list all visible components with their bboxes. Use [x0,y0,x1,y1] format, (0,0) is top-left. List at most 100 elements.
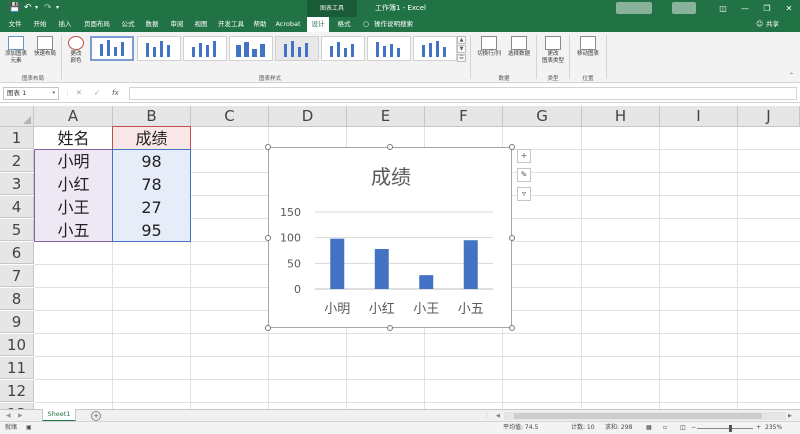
tab-data[interactable]: 数据 [141,17,163,32]
undo-icon[interactable]: ↶ [24,2,32,14]
cell-a3[interactable]: 小红 [35,173,112,196]
row-header-1[interactable]: 1 [0,127,34,149]
column-header-e[interactable]: E [347,106,425,127]
tab-help[interactable]: 帮助 [249,17,271,32]
chart-styles-brush-icon[interactable]: ✎ [517,168,531,182]
chart-style-2[interactable] [137,36,181,61]
resize-handle-bottom-right[interactable] [509,325,515,331]
move-chart-button[interactable]: 移动图表 [573,36,603,58]
quick-access-customize-icon[interactable]: ▾ [56,2,59,14]
row-header-7[interactable]: 7 [0,265,34,287]
resize-handle-top[interactable] [387,144,393,150]
zoom-slider-thumb[interactable] [729,425,732,432]
tab-insert[interactable]: 插入 [54,17,76,32]
resize-handle-bottom[interactable] [387,325,393,331]
resize-handle-left[interactable] [265,235,271,241]
column-header-i[interactable]: I [660,106,738,127]
row-header-8[interactable]: 8 [0,288,34,310]
tab-formulas[interactable]: 公式 [117,17,139,32]
row-header-4[interactable]: 4 [0,196,34,218]
scrollbar-track[interactable] [504,412,786,420]
chart-filters-funnel-icon[interactable]: ▿ [517,187,531,201]
chart-style-6[interactable] [321,36,365,61]
add-sheet-icon[interactable]: + [91,411,101,421]
page-break-view-icon[interactable]: ◫ [680,422,686,434]
row-header-2[interactable]: 2 [0,150,34,172]
tab-format[interactable]: 格式 [333,17,355,32]
formula-input[interactable] [129,87,797,100]
undo-dropdown-icon[interactable]: ▾ [35,2,38,14]
cancel-entry-icon[interactable]: ✕ [76,87,82,100]
macro-record-icon[interactable]: ▣ [26,422,32,434]
tab-file[interactable]: 文件 [4,17,26,32]
zoom-in-icon[interactable]: + [756,422,761,434]
chart-style-3[interactable] [183,36,227,61]
chart-elements-plus-icon[interactable]: + [517,149,531,163]
name-box-dropdown-icon[interactable]: ▾ [52,88,55,99]
column-header-c[interactable]: C [191,106,269,127]
restore-icon[interactable]: ❐ [757,0,777,17]
column-chart[interactable]: 成绩 150 100 50 0 小明 小红 小王 小五 [268,147,512,328]
resize-handle-top-left[interactable] [265,144,271,150]
save-icon[interactable]: 💾 [9,2,20,14]
zoom-out-icon[interactable]: − [691,422,696,434]
row-header-12[interactable]: 12 [0,380,34,402]
chart-style-5[interactable] [275,36,319,61]
row-header-5[interactable]: 5 [0,219,34,241]
cell-a1[interactable]: 姓名 [35,127,112,150]
add-chart-element-button[interactable]: 添加图表 元素 [3,36,29,65]
cell-a2[interactable]: 小明 [35,150,112,173]
row-header-6[interactable]: 6 [0,242,34,264]
switch-row-column-button[interactable]: 切换行/列 [474,36,504,58]
styles-scroll-up-icon[interactable]: ▲ [457,36,466,44]
name-box[interactable]: 图表 1 ▾ [3,87,59,100]
column-header-h[interactable]: H [582,106,660,127]
scrollbar-thumb[interactable] [514,413,762,419]
confirm-entry-icon[interactable]: ✓ [94,87,100,100]
select-all-button[interactable] [0,106,34,127]
horizontal-scrollbar[interactable]: ◀ ▶ [496,412,796,420]
cell-b5[interactable]: 95 [113,219,190,242]
column-header-d[interactable]: D [269,106,347,127]
zoom-slider[interactable] [697,428,753,429]
ribbon-display-options-icon[interactable]: ◫ [713,0,733,17]
row-header-9[interactable]: 9 [0,311,34,333]
tab-home[interactable]: 开始 [29,17,51,32]
cell-a4[interactable]: 小王 [35,196,112,219]
resize-handle-right[interactable] [509,235,515,241]
styles-more-icon[interactable]: ☰ [457,54,466,62]
chart-style-1[interactable] [90,36,134,61]
column-header-g[interactable]: G [503,106,582,127]
share-button[interactable]: 共享 [766,17,779,32]
column-header-a[interactable]: A [34,106,113,127]
row-header-11[interactable]: 11 [0,357,34,379]
quick-layout-button[interactable]: 快速布局 [31,36,59,58]
zoom-level[interactable]: 235% [765,422,782,434]
row-header-10[interactable]: 10 [0,334,34,356]
change-colors-button[interactable]: 更改 颜色 [64,36,88,65]
scroll-right-icon[interactable]: ▶ [788,412,792,420]
column-header-j[interactable]: J [738,106,800,127]
tab-design[interactable]: 设计 [307,17,329,32]
account-avatar[interactable] [616,2,652,14]
chart-style-4[interactable] [229,36,273,61]
cell-b3[interactable]: 78 [113,173,190,196]
row-header-3[interactable]: 3 [0,173,34,195]
normal-view-icon[interactable]: ▦ [646,422,652,434]
collapse-ribbon-icon[interactable]: ⌃ [789,72,794,79]
cell-a5[interactable]: 小五 [35,219,112,242]
tab-acrobat[interactable]: Acrobat [273,17,303,32]
styles-scroll-down-icon[interactable]: ▼ [457,45,466,53]
tab-page-layout[interactable]: 页面布局 [80,17,114,32]
change-chart-type-button[interactable]: 更改 图表类型 [539,36,567,65]
cell-b1[interactable]: 成绩 [113,127,190,150]
cell-b2[interactable]: 98 [113,150,190,173]
account-badge[interactable] [672,2,696,14]
page-layout-view-icon[interactable]: ▫ [663,422,667,434]
chart-style-8[interactable] [413,36,457,61]
tell-me-search[interactable]: 操作说明搜索 [374,17,413,32]
resize-handle-bottom-left[interactable] [265,325,271,331]
insert-function-icon[interactable]: fx [112,87,119,100]
close-icon[interactable]: ✕ [779,0,799,17]
scroll-left-icon[interactable]: ◀ [496,412,500,420]
